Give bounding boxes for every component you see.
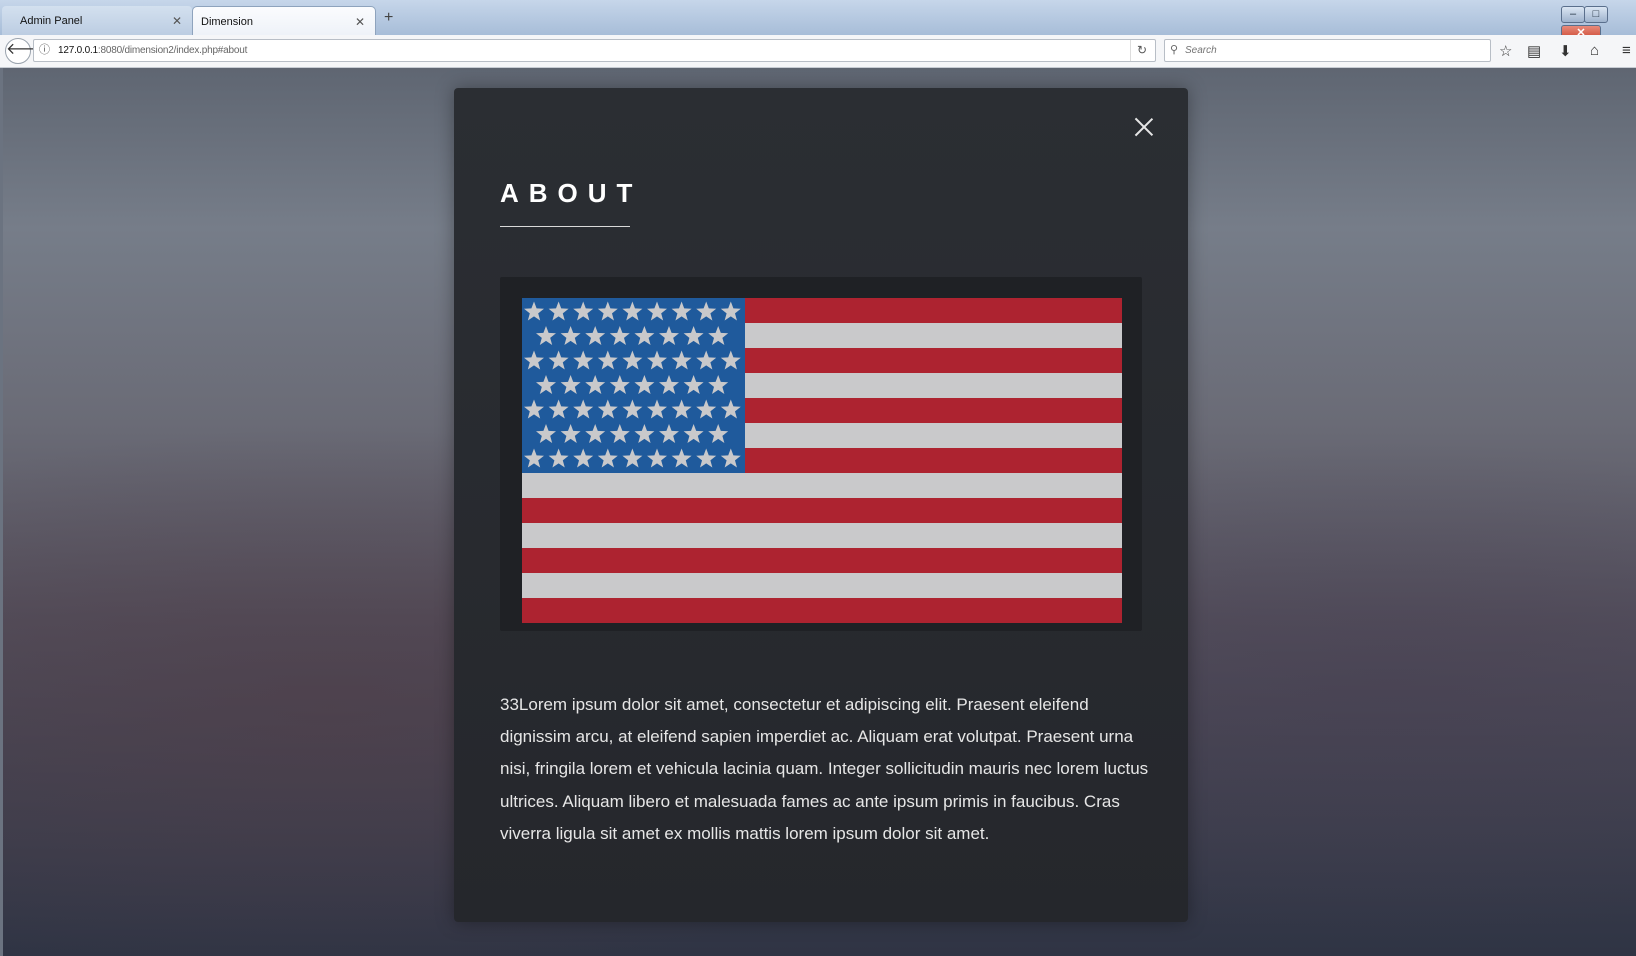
page-background: ABOUT 33Lorem ipsum dolor sit amet, cons… [3, 68, 1636, 956]
image-frame [500, 277, 1142, 631]
about-body-text: 33Lorem ipsum dolor sit amet, consectetu… [500, 695, 1149, 843]
title-underline [500, 226, 630, 227]
tab-admin-panel[interactable]: Admin Panel ✕ [2, 6, 192, 35]
navigation-bar: 🡐 ⓘ 127.0.0.1:8080/dimension2/index.php#… [0, 35, 1636, 68]
back-arrow-icon[interactable]: 🡐 [5, 38, 49, 64]
us-flag-image [522, 298, 1122, 623]
menu-icon[interactable]: ≡ [1622, 42, 1631, 59]
url-path: :8080/dimension2/index.php#about [97, 45, 248, 56]
flag-stripe [522, 573, 1122, 599]
search-box: ⚲ [1164, 39, 1491, 62]
tab-strip: Admin Panel ✕ Dimension ✕ + – □✕ [0, 0, 1636, 42]
window-controls: – □✕ [1561, 4, 1636, 42]
tab-label: Admin Panel [20, 15, 83, 27]
url-text: 127.0.0.1:8080/dimension2/index.php#abou… [58, 40, 247, 61]
new-tab-icon[interactable]: + [384, 9, 393, 27]
modal-title: ABOUT [500, 178, 643, 208]
close-icon[interactable] [1133, 116, 1155, 138]
flag-stripe [522, 598, 1122, 623]
maximize-icon[interactable]: □ [1584, 6, 1608, 23]
tab-dimension[interactable]: Dimension ✕ [192, 6, 376, 35]
bookmark-star-icon[interactable]: ☆ [1499, 42, 1512, 60]
flag-stripe [522, 523, 1122, 549]
flag-stripe [522, 473, 1122, 499]
address-bar[interactable]: ⓘ 127.0.0.1:8080/dimension2/index.php#ab… [33, 39, 1156, 62]
search-icon: ⚲ [1170, 44, 1179, 56]
flag-stripe [522, 548, 1122, 574]
minimize-icon[interactable]: – [1561, 6, 1585, 23]
site-info-icon[interactable]: ⓘ [39, 40, 50, 61]
search-input[interactable] [1185, 42, 1475, 59]
about-modal: ABOUT 33Lorem ipsum dolor sit amet, cons… [454, 88, 1188, 922]
home-icon[interactable]: ⌂ [1590, 42, 1599, 59]
tab-close-icon[interactable]: ✕ [172, 14, 182, 28]
flag-stripe [522, 498, 1122, 524]
reload-icon[interactable]: ↻ [1129, 40, 1147, 61]
tab-label: Dimension [201, 16, 253, 28]
reading-list-icon[interactable]: ▤ [1527, 42, 1541, 60]
tab-close-icon[interactable]: ✕ [355, 15, 365, 29]
download-icon[interactable]: ⬇ [1559, 42, 1572, 60]
url-host: 127.0.0.1 [58, 45, 98, 56]
